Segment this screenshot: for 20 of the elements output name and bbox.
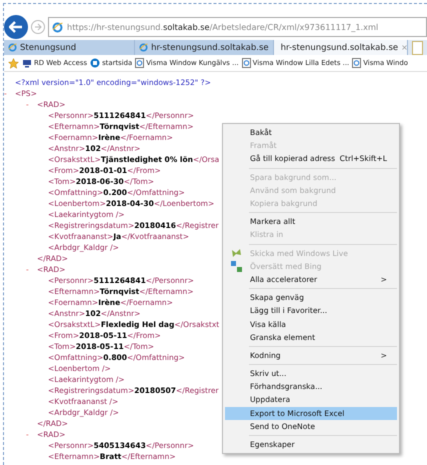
ie-icon [8, 43, 17, 52]
page-icon [135, 58, 144, 68]
arrow-left-icon [9, 21, 23, 33]
address-bar[interactable]: https://hr-stenungsund.soltakab.se/Arbetsledare/CR/xml/x973611117_1.xml [48, 17, 427, 37]
sharepoint-icon [90, 58, 100, 68]
back-button[interactable] [4, 15, 28, 39]
arrow-right-icon [34, 23, 42, 31]
translate-icon [231, 260, 242, 272]
forward-button[interactable] [31, 20, 45, 34]
page-icon [352, 58, 362, 68]
butterfly-icon [231, 248, 242, 258]
browser-tab[interactable]: hr-stenungsund.soltakab.se × [274, 40, 408, 55]
ie-icon [52, 22, 63, 32]
monitor-icon [22, 58, 32, 68]
new-tab-button[interactable] [412, 41, 423, 55]
ie-icon [139, 43, 148, 52]
browser-tab[interactable]: hr-stenungsund.soltakab.se [135, 40, 274, 55]
browser-tab[interactable]: Stenungsund [4, 40, 136, 55]
page-icon [242, 58, 251, 68]
star-icon[interactable] [8, 58, 19, 68]
